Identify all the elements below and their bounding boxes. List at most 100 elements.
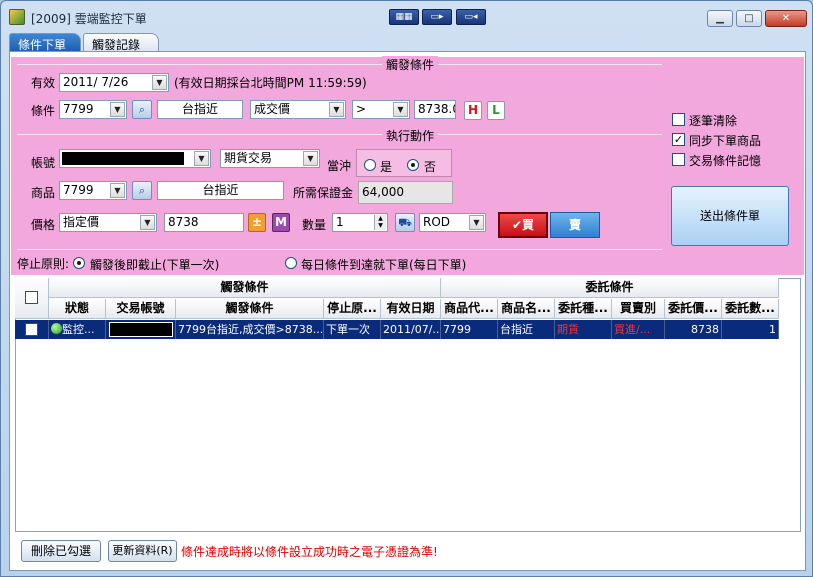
product-symbol-combo[interactable]: 7799 ▼ xyxy=(59,181,127,200)
chevron-down-icon[interactable]: ▼ xyxy=(152,75,167,90)
high-button[interactable]: H xyxy=(464,101,482,120)
select-all-checkbox[interactable] xyxy=(25,291,38,304)
chevron-down-icon[interactable]: ▼ xyxy=(194,151,209,166)
col-symbol[interactable]: 商品代... xyxy=(441,299,498,319)
condition-symbol-combo[interactable]: 7799 ▼ xyxy=(59,100,127,119)
check-icon: ✔ xyxy=(511,218,523,232)
row-checkbox-cell xyxy=(15,320,49,339)
product-symbol-value: 7799 xyxy=(63,183,94,197)
col-account[interactable]: 交易帳號 xyxy=(106,299,176,319)
row-checkbox[interactable] xyxy=(25,323,38,336)
col-name[interactable]: 商品名... xyxy=(498,299,555,319)
trade-type-combo[interactable]: 期貨交易 ▼ xyxy=(220,149,320,168)
chevron-down-icon[interactable]: ▼ xyxy=(329,102,344,117)
daytrade-yes-label: 是 xyxy=(380,160,393,174)
maximize-button[interactable]: □ xyxy=(736,10,762,27)
condition-symbol-value: 7799 xyxy=(63,102,94,116)
window-icon[interactable]: ▭▸ xyxy=(422,9,452,25)
col-stop[interactable]: 停止原... xyxy=(324,299,381,319)
col-date[interactable]: 有效日期 xyxy=(381,299,441,319)
col-price[interactable]: 委託價... xyxy=(665,299,722,319)
condition-field-value: 成交價 xyxy=(254,102,291,116)
low-button[interactable]: L xyxy=(487,101,505,120)
buy-button[interactable]: ✔買 xyxy=(498,212,548,238)
valid-date-value: 2011/ 7/26 xyxy=(63,75,129,89)
trade-type-value: 期貨交易 xyxy=(224,151,273,165)
tab-trigger-records[interactable]: 觸發記錄 xyxy=(83,33,159,52)
account-combo[interactable]: ▼ xyxy=(59,149,211,168)
layout-icon[interactable]: ▦▦ xyxy=(389,9,419,25)
action-group-title: 執行動作 xyxy=(382,127,439,144)
remember-checkbox[interactable] xyxy=(672,153,685,166)
trigger-group-line xyxy=(17,64,662,65)
market-button[interactable]: M xyxy=(272,213,290,232)
col-side[interactable]: 買賣別 xyxy=(612,299,665,319)
plus-minus-button[interactable]: ± xyxy=(248,213,266,232)
stepper-arrows-icon[interactable]: ▲ ▼ xyxy=(374,215,386,230)
condition-operator-combo[interactable]: > ▼ xyxy=(352,100,410,119)
price-input[interactable]: 8738 xyxy=(164,213,244,232)
clear-each-label: 逐筆清除 xyxy=(689,114,738,128)
close-button[interactable]: ✕ xyxy=(765,10,807,27)
col-status[interactable]: 狀態 xyxy=(49,299,106,319)
row-account-cell xyxy=(106,320,176,339)
app-icon xyxy=(9,9,25,25)
col-order-type[interactable]: 委託種... xyxy=(555,299,612,319)
search-icon[interactable]: ⌕ xyxy=(132,100,152,119)
sync-product-label: 同步下單商品 xyxy=(689,134,762,148)
record-icon[interactable]: ▭◂ xyxy=(456,9,486,25)
valid-note: (有效日期採台北時間PM 11:59:59) xyxy=(174,76,367,90)
valid-date-picker[interactable]: 2011/ 7/26 ▼ xyxy=(59,73,169,92)
stop-rule-line xyxy=(17,249,662,250)
condition-value-input[interactable]: 8738.00 xyxy=(414,100,456,119)
row-qty: 1 xyxy=(722,320,779,339)
row-account-redacted xyxy=(109,322,173,337)
row-price: 8738 xyxy=(665,320,722,339)
daytrade-yes-radio[interactable] xyxy=(364,159,376,171)
chevron-down-icon[interactable]: ▼ xyxy=(140,215,155,230)
row-side: 買進/... xyxy=(612,320,665,339)
stop-rule-label: 停止原則: xyxy=(17,257,70,271)
title-bar: [2009] 雲端監控下單 ▦▦ ▭▸ ▭◂ ▁ □ ✕ xyxy=(1,1,812,31)
chevron-down-icon[interactable]: ▼ xyxy=(393,102,408,117)
delete-checked-button[interactable]: 刪除已勾選 xyxy=(21,540,101,562)
buy-label: 買 xyxy=(522,218,535,232)
submit-order-button[interactable]: 送出條件單 xyxy=(671,186,789,246)
trigger-group-title: 觸發條件 xyxy=(382,56,439,73)
quantity-value: 1 xyxy=(336,215,344,229)
cart-icon[interactable]: ⛟ xyxy=(395,213,415,232)
quantity-label: 數量 xyxy=(302,218,327,232)
condition-label: 條件 xyxy=(31,104,56,118)
stop-once-radio[interactable] xyxy=(73,257,85,269)
action-group-line xyxy=(17,134,662,135)
time-in-force-combo[interactable]: ROD ▼ xyxy=(419,213,486,232)
condition-field-combo[interactable]: 成交價 ▼ xyxy=(250,100,346,119)
tab-conditional-order[interactable]: 條件下單 xyxy=(9,33,81,52)
row-name: 台指近 xyxy=(498,320,555,339)
row-status-cell: 監控... xyxy=(49,320,106,339)
daytrade-no-label: 否 xyxy=(424,160,437,174)
chevron-down-icon[interactable]: ▼ xyxy=(303,151,318,166)
main-window: [2009] 雲端監控下單 ▦▦ ▭▸ ▭◂ ▁ □ ✕ 條件下單 觸發記錄 觸… xyxy=(0,0,813,577)
search-icon[interactable]: ⌕ xyxy=(132,181,152,200)
minimize-button[interactable]: ▁ xyxy=(707,10,733,27)
col-qty[interactable]: 委託數... xyxy=(722,299,779,319)
col-condition[interactable]: 觸發條件 xyxy=(176,299,324,319)
sell-button[interactable]: 賣 xyxy=(550,212,600,238)
refresh-button[interactable]: 更新資料(R) xyxy=(108,540,177,562)
chevron-down-icon[interactable]: ▼ xyxy=(469,215,484,230)
price-label: 價格 xyxy=(31,218,56,232)
clear-each-checkbox[interactable] xyxy=(672,113,685,126)
row-stop: 下單一次 xyxy=(324,320,381,339)
price-type-combo[interactable]: 指定價 ▼ xyxy=(59,213,157,232)
chevron-down-icon[interactable]: ▼ xyxy=(110,183,125,198)
quantity-stepper[interactable]: 1 ▲ ▼ xyxy=(332,213,388,232)
remember-label: 交易條件記憶 xyxy=(689,154,762,168)
margin-label: 所需保證金 xyxy=(293,186,354,200)
daytrade-label: 當沖 xyxy=(327,159,352,173)
chevron-down-icon[interactable]: ▼ xyxy=(110,102,125,117)
row-condition: 7799台指近,成交價>8738.... xyxy=(176,320,324,339)
stop-daily-radio[interactable] xyxy=(285,257,297,269)
sync-product-checkbox[interactable]: ✓ xyxy=(672,133,685,146)
daytrade-no-radio[interactable] xyxy=(407,159,419,171)
